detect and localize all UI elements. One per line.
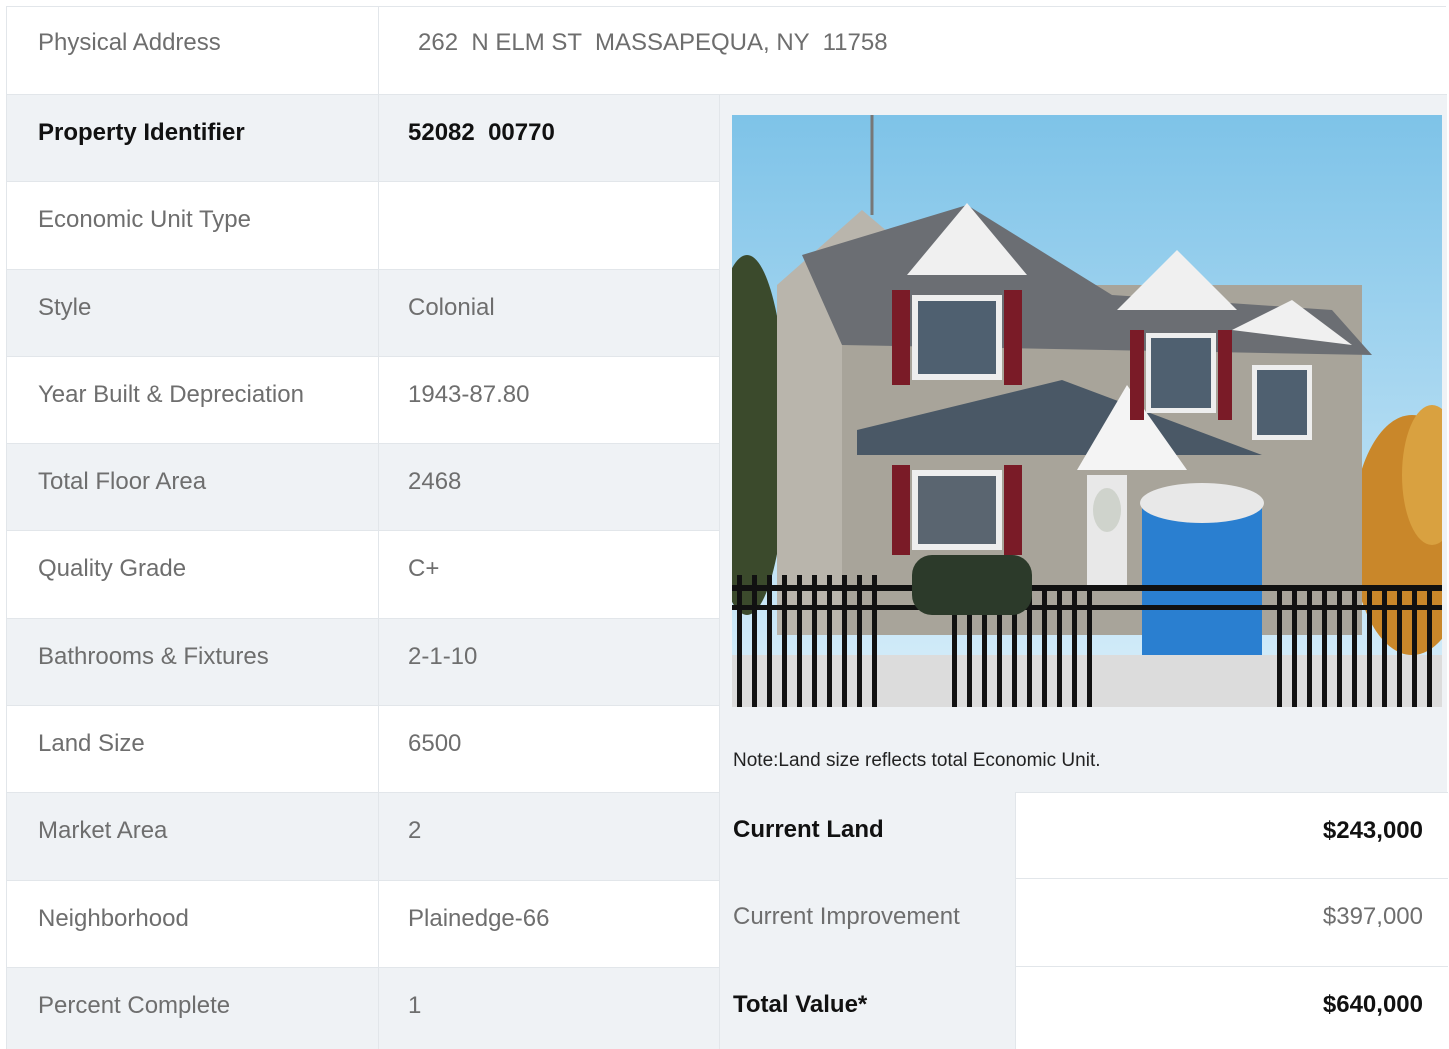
row-property-identifier: Property Identifier 52082 00770 [7, 95, 719, 183]
row-economic-unit-type: Economic Unit Type [7, 182, 719, 270]
total-floor-area-value: 2468 [408, 468, 462, 496]
row-year-built: Year Built & Depreciation 1943-87.80 [7, 356, 719, 445]
total-floor-area-label: Total Floor Area [38, 468, 207, 496]
current-improvement-label: Current Improvement [733, 903, 960, 931]
land-size-note: Note:Land size reflects total Economic U… [733, 750, 1101, 771]
property-identifier-label: Property Identifier [38, 119, 245, 146]
style-label: Style [38, 293, 92, 321]
row-land-size: Land Size 6500 [7, 706, 719, 794]
property-summary-panel: Note:Land size reflects total Economic U… [719, 95, 1448, 1049]
bathrooms-label: Bathrooms & Fixtures [38, 642, 269, 670]
row-quality-grade: Quality Grade C+ [7, 531, 719, 619]
row-total-floor-area: Total Floor Area 2468 [7, 444, 719, 532]
style-value: Colonial [408, 293, 495, 321]
row-current-improvement: Current Improvement $397,000 [720, 879, 1448, 967]
neighborhood-value: Plainedge-66 [408, 904, 550, 932]
row-current-land: Current Land $243,000 [720, 792, 1448, 880]
economic-unit-type-label: Economic Unit Type [38, 206, 251, 234]
property-identifier-value: 52082 00770 [408, 119, 555, 146]
year-built-value: 1943-87.80 [408, 380, 530, 408]
row-market-area: Market Area 2 [7, 793, 719, 881]
total-value-label: Total Value* [733, 990, 868, 1018]
row-percent-complete: Percent Complete 1 [7, 967, 719, 1049]
neighborhood-label: Neighborhood [38, 904, 189, 932]
quality-grade-label: Quality Grade [38, 555, 187, 583]
bathrooms-value: 2-1-10 [408, 642, 478, 670]
valuation-table: Current Land $243,000 Current Improvemen… [720, 792, 1448, 1049]
address-label: Physical Address [38, 29, 221, 56]
row-total-value: Total Value* $640,000 [720, 966, 1448, 1049]
row-bathrooms: Bathrooms & Fixtures 2-1-10 [7, 618, 719, 707]
total-value-amount: $640,000 [1322, 990, 1423, 1018]
address-row: Physical Address 262 N ELM ST MASSAPEQUA… [7, 7, 1447, 95]
percent-complete-label: Percent Complete [38, 991, 231, 1019]
year-built-label: Year Built & Depreciation [38, 380, 304, 408]
address-value: 262 N ELM ST MASSAPEQUA, NY 11758 [418, 29, 888, 56]
market-area-label: Market Area [38, 817, 168, 845]
property-record: Physical Address 262 N ELM ST MASSAPEQUA… [6, 6, 1448, 1049]
property-photo[interactable] [732, 115, 1442, 707]
land-size-value: 6500 [408, 730, 462, 758]
market-area-value: 2 [408, 817, 422, 845]
current-land-amount: $243,000 [1322, 817, 1423, 844]
current-land-label: Current Land [733, 816, 884, 843]
land-size-label: Land Size [38, 730, 145, 758]
property-details-table: Property Identifier 52082 00770 Economic… [7, 95, 719, 1049]
percent-complete-value: 1 [408, 991, 422, 1019]
quality-grade-value: C+ [408, 555, 440, 583]
row-style: Style Colonial [7, 269, 719, 357]
row-neighborhood: Neighborhood Plainedge-66 [7, 880, 719, 968]
current-improvement-amount: $397,000 [1322, 903, 1423, 931]
